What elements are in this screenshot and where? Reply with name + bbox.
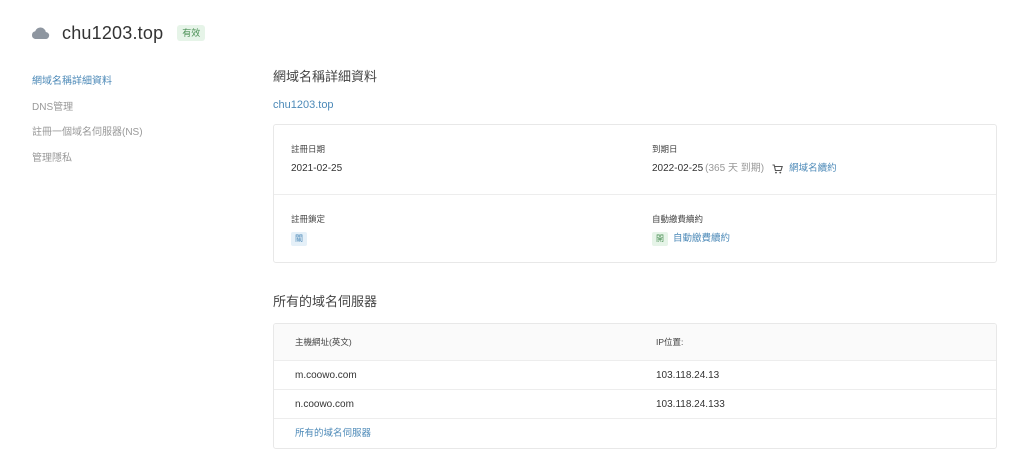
nameservers-section-title: 所有的域名伺服器 [273, 294, 378, 309]
auto-renew-label: 自動繳費續約 [652, 214, 704, 224]
sidebar-item-domain-details[interactable]: 網域名稱詳細資料 [32, 74, 232, 100]
expiry-remaining: (365 天 到期) [705, 163, 765, 174]
table-row: n.coowo.com 103.118.24.133 [274, 390, 996, 419]
auto-renew-link[interactable]: 自動繳費續約 [673, 231, 730, 247]
nameserver-host: m.coowo.com [295, 370, 357, 381]
main-content: 網域名稱詳細資料 chu1203.top 註冊日期 2021-02-25 到期日… [273, 66, 997, 449]
cloud-icon [30, 26, 50, 40]
auto-renew-state-badge: 開 [652, 232, 668, 246]
registrar-lock-value: 關 [291, 231, 325, 247]
expiry-date-value: 2022-02-25 (365 天 到期) 網域名續約 [652, 161, 837, 177]
domain-details-card: 註冊日期 2021-02-25 到期日 2022-02-25 (365 天 到期… [273, 124, 997, 263]
registrar-lock-label: 註冊鎖定 [291, 214, 326, 224]
nameserver-ip: 103.118.24.13 [656, 370, 720, 381]
registration-date-label: 註冊日期 [291, 144, 326, 154]
details-row-settings: 註冊鎖定 關 自動繳費續約 開 自動繳費續約 [274, 194, 996, 263]
status-badge: 有效 [177, 25, 206, 41]
sidebar-item-register-nameserver[interactable]: 註冊一個域名伺服器(NS) [32, 125, 232, 151]
page-header: chu1203.top 有效 [30, 18, 206, 48]
details-row-dates: 註冊日期 2021-02-25 到期日 2022-02-25 (365 天 到期… [274, 125, 996, 194]
domain-link[interactable]: chu1203.top [273, 97, 997, 113]
table-row: m.coowo.com 103.118.24.13 [274, 361, 996, 390]
registrar-lock-toggle[interactable]: 關 [291, 232, 307, 246]
renew-domain-link[interactable]: 網域名續約 [789, 161, 837, 177]
nameservers-table-footer: 所有的域名伺服器 [274, 419, 996, 448]
sidebar: 網域名稱詳細資料 DNS管理 註冊一個域名伺服器(NS) 管理隱私 [32, 74, 232, 176]
nameservers-table-header: 主機網址(英文) IP位置: [274, 324, 996, 361]
auto-renew-value: 開 自動繳費續約 [652, 231, 730, 247]
nameservers-table: 主機網址(英文) IP位置: m.coowo.com 103.118.24.13… [273, 323, 997, 449]
registrar-lock-cell: 註冊鎖定 關 [291, 195, 325, 247]
expiry-date-cell: 到期日 2022-02-25 (365 天 到期) 網域名續約 [652, 125, 837, 177]
registration-date-value: 2021-02-25 [291, 163, 343, 174]
sidebar-item-privacy[interactable]: 管理隱私 [32, 151, 232, 177]
column-header-host: 主機網址(英文) [295, 337, 352, 347]
nameserver-host: n.coowo.com [295, 399, 354, 410]
all-nameservers-link[interactable]: 所有的域名伺服器 [295, 419, 371, 448]
auto-renew-cell: 自動繳費續約 開 自動繳費續約 [652, 195, 730, 247]
column-header-ip: IP位置: [656, 337, 684, 347]
nameserver-ip: 103.118.24.133 [656, 399, 725, 410]
expiry-date: 2022-02-25 [652, 163, 704, 174]
cart-icon[interactable] [772, 164, 784, 174]
details-section-title: 網域名稱詳細資料 [273, 69, 378, 84]
page-title: chu1203.top [62, 22, 164, 43]
sidebar-item-dns-management[interactable]: DNS管理 [32, 100, 232, 126]
registration-date-cell: 註冊日期 2021-02-25 [291, 125, 342, 177]
expiry-date-label: 到期日 [652, 144, 678, 154]
